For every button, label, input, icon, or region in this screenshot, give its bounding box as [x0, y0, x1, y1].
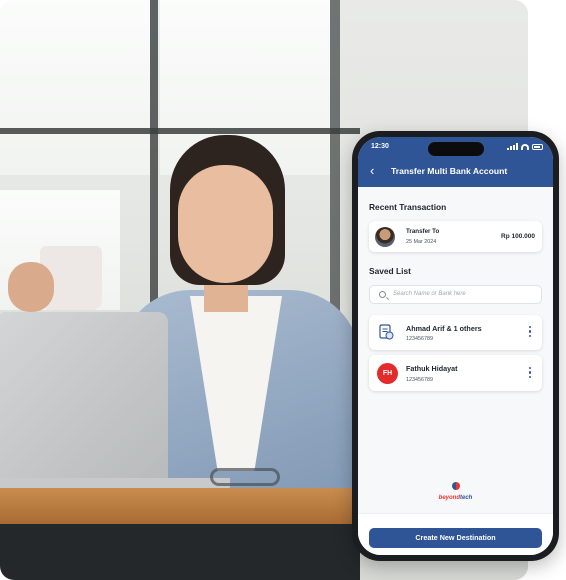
window-pane [0, 0, 150, 175]
recent-transaction-heading: Recent Transaction [369, 202, 447, 212]
saved-list-item[interactable]: FH Fathuk Hidayat 123456789 [369, 355, 542, 391]
window-frame [0, 128, 360, 134]
desk-shadow [0, 524, 360, 580]
saved-item-account: 123456789 [406, 377, 433, 383]
saved-list-item[interactable]: Ahmad Arif & 1 others 123456789 [369, 315, 542, 350]
more-options-icon[interactable] [529, 367, 532, 379]
signal-icon [507, 143, 518, 150]
laptop [0, 312, 168, 490]
page-title: Transfer Multi Bank Account [391, 166, 508, 176]
wifi-icon [521, 143, 529, 150]
woman-face [178, 165, 273, 283]
bottom-bar: Create New Destination [358, 513, 553, 555]
recent-transaction-card[interactable]: Transfer To 25 Mar 2024 Rp 100.000 [369, 221, 542, 252]
window-frame [150, 0, 158, 330]
saved-item-name: Ahmad Arif & 1 others [406, 324, 482, 333]
battery-icon [532, 143, 543, 150]
woman-hand [8, 262, 54, 312]
brand-name: beyondtech [438, 495, 473, 501]
search-placeholder: Search Name or Bank here [393, 291, 466, 297]
eyeglasses [210, 468, 280, 486]
transaction-title: Transfer To [406, 228, 440, 235]
transaction-amount: Rp 100.000 [501, 233, 535, 240]
search-input[interactable]: Search Name or Bank here [369, 285, 542, 304]
status-icons [507, 143, 543, 150]
avatar [375, 227, 395, 247]
brand-mark-icon [451, 482, 460, 490]
phone-mockup: 12:30 ‹ Transfer Multi Bank Account Rece… [352, 131, 559, 561]
create-new-destination-button[interactable]: Create New Destination [369, 528, 542, 548]
back-arrow-icon[interactable]: ‹ [370, 164, 374, 177]
bank-document-icon [379, 324, 394, 340]
more-options-icon[interactable] [529, 326, 532, 338]
saved-list-heading: Saved List [369, 266, 411, 276]
saved-item-account: 123456789 [406, 336, 433, 342]
transaction-date: 25 Mar 2024 [406, 239, 437, 245]
dynamic-island [428, 142, 484, 156]
search-icon [379, 291, 386, 298]
initials-avatar: FH [377, 363, 398, 384]
status-time: 12:30 [371, 143, 389, 150]
phone-screen: 12:30 ‹ Transfer Multi Bank Account Rece… [358, 137, 553, 555]
window-frame [330, 0, 340, 330]
brand-logo: beyondtech [358, 477, 553, 501]
app-bar: 12:30 ‹ Transfer Multi Bank Account [358, 137, 553, 187]
saved-item-name: Fathuk Hidayat [406, 364, 458, 373]
desk [0, 488, 360, 524]
